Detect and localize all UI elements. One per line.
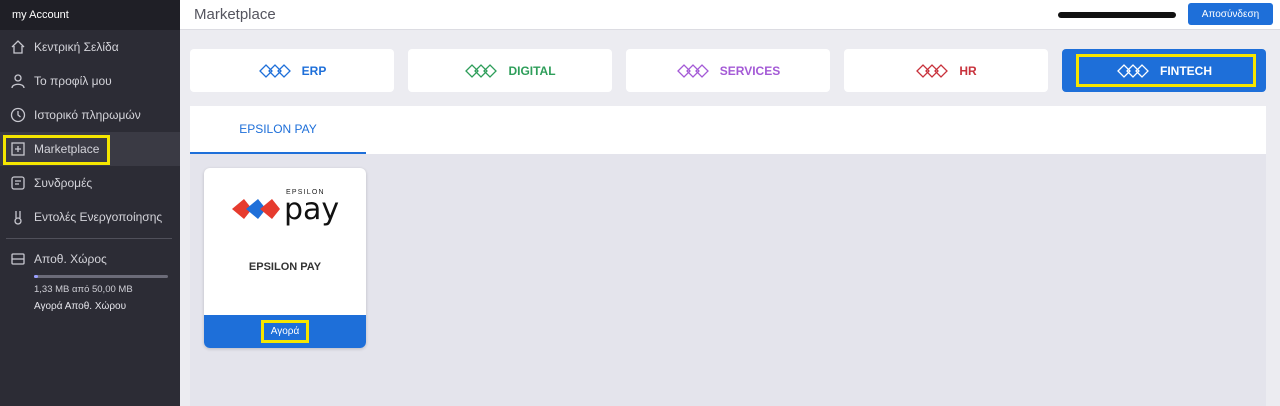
buy-bar: Αγορά xyxy=(204,315,366,348)
category-fintech[interactable]: FINTECH xyxy=(1062,49,1266,92)
category-label: SERVICES xyxy=(719,63,781,78)
home-icon xyxy=(8,37,28,57)
divider xyxy=(6,238,172,239)
sidebar-item-subscriptions[interactable]: Συνδρομές xyxy=(0,166,180,200)
storage-title: Αποθ. Χώρος xyxy=(8,245,180,273)
epsilon-logo-icon xyxy=(232,199,280,219)
sidebar-item-label: Συνδρομές xyxy=(34,176,93,190)
topbar: Marketplace Αποσύνδεση xyxy=(180,0,1280,30)
sidebar-item-label: Κεντρική Σελίδα xyxy=(34,40,119,54)
sidebar-item-label: Το προφίλ μου xyxy=(34,74,112,88)
storage-progress-fill xyxy=(34,275,38,278)
category-logo-icon xyxy=(916,63,949,78)
sidebar-item-label: Marketplace xyxy=(34,142,100,156)
category-label: ERP xyxy=(301,63,327,78)
sidebar-item-label: Εντολές Ενεργοποίησης xyxy=(34,210,163,224)
category-logo-icon xyxy=(258,63,291,78)
logout-button[interactable]: Αποσύνδεση xyxy=(1188,3,1273,25)
storage-icon xyxy=(8,249,28,269)
user-email-redacted xyxy=(1058,12,1176,18)
content-panel: EPSILON PAY EPSILON pay EPSILON PAY Αγορ… xyxy=(190,106,1266,406)
activation-icon xyxy=(8,207,28,227)
account-header: my Account xyxy=(0,0,180,30)
subscriptions-icon xyxy=(8,173,28,193)
sidebar-item-activation[interactable]: Εντολές Ενεργοποίησης xyxy=(0,200,180,234)
category-digital[interactable]: DIGITAL xyxy=(408,49,612,92)
storage-usage: 1,33 MB από 50,00 MB xyxy=(34,284,133,295)
category-label: DIGITAL xyxy=(508,63,556,78)
user-icon xyxy=(8,71,28,91)
storage-progress-bar xyxy=(34,275,168,278)
logo-big-text: pay xyxy=(284,192,340,227)
sidebar-item-payment-history[interactable]: Ιστορικό πληρωμών xyxy=(0,98,180,132)
product-name: EPSILON PAY xyxy=(248,261,322,273)
sidebar-item-profile[interactable]: Το προφίλ μου xyxy=(0,64,180,98)
sidebar-item-marketplace[interactable]: Marketplace xyxy=(0,132,180,166)
category-erp[interactable]: ERP xyxy=(190,49,394,92)
category-logo-icon xyxy=(676,63,709,78)
category-logo-icon xyxy=(465,63,498,78)
sidebar-item-label: Ιστορικό πληρωμών xyxy=(34,108,141,122)
buy-storage-link[interactable]: Αγορά Αποθ. Χώρου xyxy=(34,301,180,312)
storage-label: Αποθ. Χώρος xyxy=(34,252,107,266)
product-card[interactable]: EPSILON pay EPSILON PAY Αγορά xyxy=(204,168,366,348)
tab-bar: EPSILON PAY xyxy=(190,106,1266,154)
marketplace-icon xyxy=(8,139,28,159)
category-label: FINTECH xyxy=(1160,63,1212,78)
history-icon xyxy=(8,105,28,125)
category-logo-icon xyxy=(1117,63,1149,78)
category-services[interactable]: SERVICES xyxy=(626,49,830,92)
page-title: Marketplace xyxy=(194,6,276,23)
category-hr[interactable]: HR xyxy=(844,49,1048,92)
sidebar-item-home[interactable]: Κεντρική Σελίδα xyxy=(0,30,180,64)
storage-section: Αποθ. Χώρος 1,33 MB από 50,00 MB Αγορά Α… xyxy=(0,245,180,312)
category-label: HR xyxy=(959,63,977,78)
buy-button[interactable]: Αγορά xyxy=(260,320,310,343)
tab-epsilon-pay[interactable]: EPSILON PAY xyxy=(190,106,366,154)
sidebar: my Account Κεντρική Σελίδα Το προφίλ μου… xyxy=(0,0,180,406)
